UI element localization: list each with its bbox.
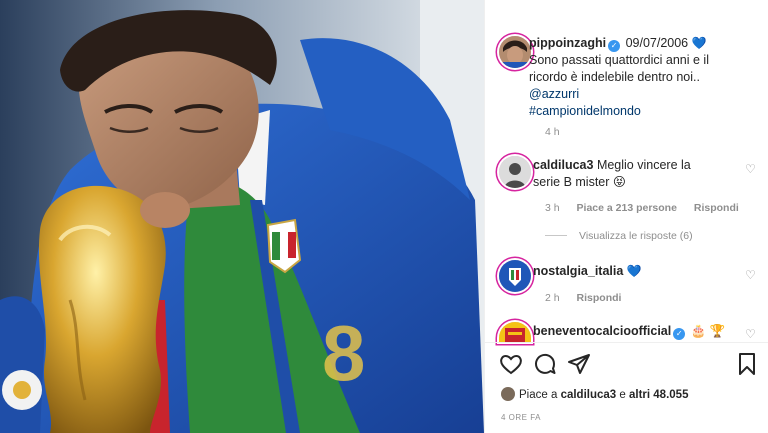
liked-by-prefix: Piace a [519,389,558,401]
comment-avatar[interactable] [499,322,531,342]
author-avatar[interactable] [499,36,531,68]
cake-trophy-emoji-icon: 🎂 🏆 [690,324,726,338]
tongue-emoji-icon: 😝 [612,175,626,189]
caption: pippoinzaghi ✓ 09/07/2006 💙 Sono passati … [529,35,753,120]
liked-by-user[interactable]: caldiluca3 [561,389,617,401]
comment-timestamp: 3 h [545,202,560,214]
blue-heart-emoji-icon: 💙 [691,36,707,50]
comment-username[interactable]: beneventocalcioofficial [533,324,671,338]
comment: nostalgia_italia 💙 [533,263,753,280]
comment-icon[interactable] [533,352,559,378]
liker-avatar [501,387,515,401]
view-replies-button[interactable]: Visualizza le risposte (6) [545,230,693,242]
liked-by-count[interactable]: altri 48.055 [629,389,688,401]
action-bar [485,352,768,380]
view-replies-label: Visualizza le risposte (6) [579,230,693,242]
comment-meta: 2 h Rispondi [545,292,621,304]
post-photo[interactable]: 8 [0,0,484,433]
post-sidebar: pippoinzaghi ✓ 09/07/2006 💙 Sono passati … [484,0,768,433]
author-username[interactable]: pippoinzaghi [529,36,606,50]
mention-link[interactable]: @azzurri [529,86,753,103]
comment: beneventocalcioofficial ✓ 🎂 🏆 [533,323,753,340]
actions-divider [485,342,768,343]
comment: caldiluca3 Meglio vincere la serie B mis… [533,157,753,191]
blue-heart-emoji-icon: 💙 [626,264,642,278]
post-image: 8 [0,0,484,433]
bookmark-icon[interactable] [735,352,761,378]
liked-by-middle: e [619,389,626,401]
caption-line-2: ricordo è indelebile dentro noi.. [529,70,700,84]
comment-timestamp: 2 h [545,292,560,304]
comment-likes-count[interactable]: Piace a 213 persone [577,202,677,214]
post-timestamp: 4 ORE FA [501,413,542,422]
comment-like-icon[interactable]: ♡ [745,162,756,176]
comment-text-line-2: serie B mister [533,175,610,189]
reply-button[interactable]: Rispondi [577,292,622,304]
post-date: 09/07/2006 [625,36,689,50]
replies-divider [545,235,567,236]
verified-badge-icon: ✓ [673,328,686,340]
comment-username[interactable]: caldiluca3 [533,158,593,172]
comment-avatar[interactable] [499,260,531,292]
heart-outline-icon[interactable] [499,352,525,378]
paper-plane-icon[interactable] [567,352,593,378]
liked-by: Piace a caldiluca3 e altri 48.055 [501,387,688,401]
caption-line-1: Sono passati quattordici anni e il [529,53,709,67]
comment-avatar[interactable] [499,156,531,188]
caption-timestamp: 4 h [545,126,560,138]
comment-like-icon[interactable]: ♡ [745,327,756,341]
hashtag-link[interactable]: #campionidelmondo [529,103,753,120]
comment-meta: 3 h Piace a 213 persone Rispondi [545,202,739,214]
comment-username[interactable]: nostalgia_italia [533,264,623,278]
jersey-number: 8 [322,309,365,397]
reply-button[interactable]: Rispondi [694,202,739,214]
verified-badge-icon: ✓ [608,40,621,52]
comment-text-line-1: Meglio vincere la [596,158,691,172]
comment-like-icon[interactable]: ♡ [745,268,756,282]
